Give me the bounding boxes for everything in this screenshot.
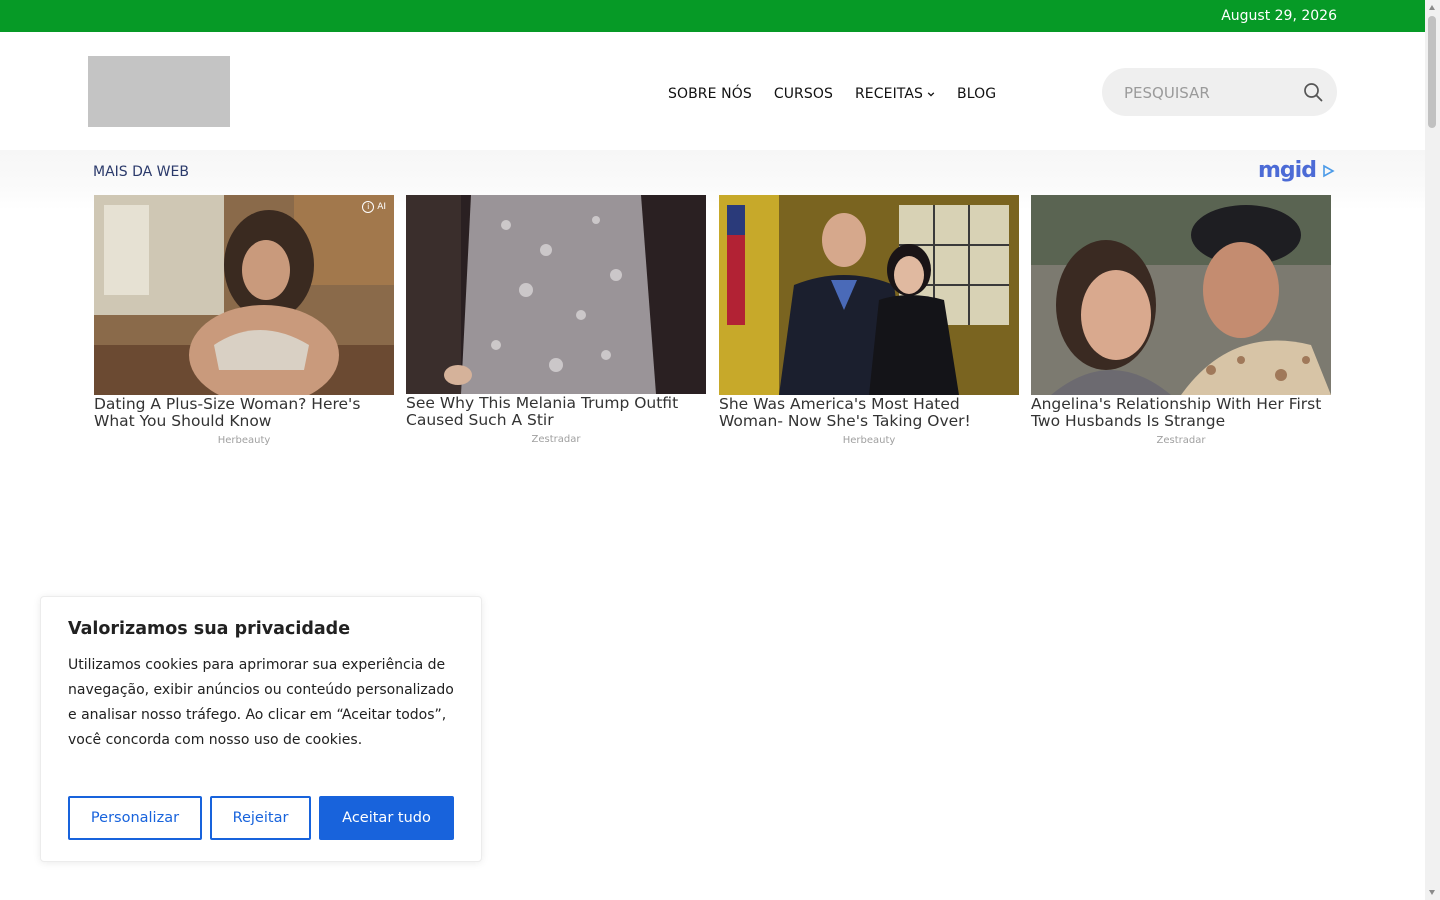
top-bar: August 29, 2026 bbox=[0, 0, 1425, 32]
search-input[interactable] bbox=[1122, 81, 1296, 105]
main-nav: SOBRE NÓS CURSOS RECEITAS BLOG bbox=[668, 86, 1018, 102]
ad-card[interactable]: Angelina's Relationship With Her First T… bbox=[1031, 195, 1331, 446]
ad-source: Herbeauty bbox=[842, 435, 896, 446]
ad-title[interactable]: Dating A Plus-Size Woman? Here's What Yo… bbox=[94, 396, 394, 430]
vertical-scrollbar[interactable] bbox=[1425, 0, 1440, 900]
nav-item-label: CURSOS bbox=[773, 86, 833, 102]
ad-title[interactable]: See Why This Melania Trump Outfit Caused… bbox=[406, 395, 706, 429]
ad-image[interactable] bbox=[406, 195, 706, 394]
nav-item-label: BLOG bbox=[957, 86, 997, 102]
search-icon[interactable] bbox=[1303, 82, 1323, 102]
nav-item-blog[interactable]: BLOG bbox=[957, 86, 996, 102]
ad-image[interactable] bbox=[1031, 195, 1331, 395]
ad-source: Zestradar bbox=[1156, 435, 1206, 446]
ai-badge-label: AI bbox=[377, 202, 386, 212]
cookie-text: Utilizamos cookies para aprimorar sua ex… bbox=[68, 657, 454, 748]
ad-title[interactable]: She Was America's Most Hated Woman- Now … bbox=[719, 396, 1019, 430]
nav-item-label: RECEITAS bbox=[854, 86, 924, 102]
scroll-down-icon[interactable] bbox=[1429, 890, 1435, 895]
ad-source: Herbeauty bbox=[217, 435, 271, 446]
ad-image[interactable] bbox=[719, 195, 1019, 395]
scrollbar-thumb[interactable] bbox=[1428, 16, 1436, 128]
ad-brand-logo[interactable]: mgid bbox=[1258, 158, 1335, 183]
site-logo[interactable] bbox=[88, 56, 230, 127]
search-box bbox=[1102, 68, 1337, 116]
ad-source: Zestradar bbox=[531, 434, 581, 445]
adchoices-icon[interactable] bbox=[1321, 164, 1335, 178]
reject-button[interactable]: Rejeitar bbox=[210, 796, 311, 840]
ad-card[interactable]: She Was America's Most Hated Woman- Now … bbox=[719, 195, 1019, 446]
ad-brand-text: mgid bbox=[1258, 158, 1317, 183]
nav-item-label: SOBRE NÓS bbox=[668, 86, 752, 102]
accept-all-button[interactable]: Aceitar tudo bbox=[319, 796, 454, 840]
cookie-title: Valorizamos sua privacidade bbox=[68, 619, 351, 639]
recommended-ads: MAIS DA WEB mgid i AI Dating A Plus-Size … bbox=[0, 150, 1425, 460]
nav-item-cursos[interactable]: CURSOS bbox=[774, 86, 833, 102]
ai-badge: i AI bbox=[362, 201, 386, 213]
ads-heading: MAIS DA WEB bbox=[93, 164, 189, 180]
current-date: August 29, 2026 bbox=[1221, 8, 1337, 24]
ad-image[interactable]: i AI bbox=[94, 195, 394, 395]
site-header: SOBRE NÓS CURSOS RECEITAS BLOG bbox=[0, 32, 1425, 150]
nav-item-sobre-nos[interactable]: SOBRE NÓS bbox=[668, 86, 752, 102]
ad-card[interactable]: See Why This Melania Trump Outfit Caused… bbox=[406, 195, 706, 445]
ad-title[interactable]: Angelina's Relationship With Her First T… bbox=[1031, 396, 1331, 430]
scroll-up-icon[interactable] bbox=[1429, 5, 1435, 10]
cookie-consent-dialog: Valorizamos sua privacidade Utilizamos c… bbox=[40, 596, 482, 862]
customize-button[interactable]: Personalizar bbox=[68, 796, 202, 840]
info-icon: i bbox=[362, 201, 375, 213]
chevron-down-icon bbox=[927, 92, 935, 97]
ad-card[interactable]: i AI Dating A Plus-Size Woman? Here's Wha… bbox=[94, 195, 394, 446]
nav-item-receitas[interactable]: RECEITAS bbox=[855, 86, 935, 102]
